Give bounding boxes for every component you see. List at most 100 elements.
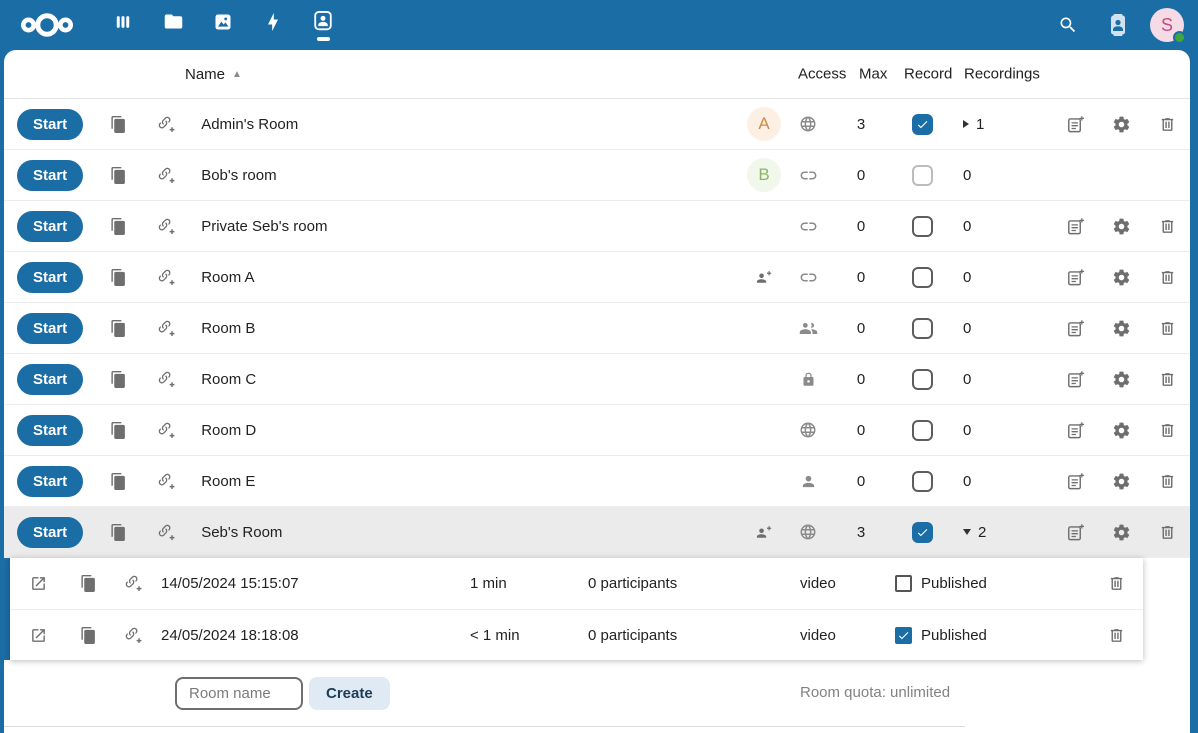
link-plus-icon[interactable] (157, 217, 176, 236)
copy-icon[interactable] (110, 319, 127, 338)
user-avatar[interactable]: S (1150, 8, 1184, 42)
app-button-activity[interactable] (248, 0, 298, 50)
access-cell (800, 473, 817, 490)
link-plus-icon[interactable] (124, 626, 143, 645)
edit-recording-icon[interactable] (1066, 268, 1085, 287)
delete-icon[interactable] (1159, 116, 1176, 133)
copy-icon[interactable] (110, 115, 127, 134)
app-button-dashboard[interactable] (98, 0, 148, 50)
edit-recording-icon[interactable] (1066, 523, 1085, 542)
copy-icon[interactable] (80, 626, 97, 645)
max-participants-value: 0 (857, 320, 865, 337)
link-plus-icon[interactable] (157, 421, 176, 440)
settings-icon[interactable] (1112, 319, 1131, 338)
recordings-section: 14/05/2024 15:15:071 min0 participantsvi… (4, 558, 1190, 660)
recordings-cell[interactable]: 1 (950, 116, 984, 133)
start-button[interactable]: Start (17, 160, 83, 191)
link-plus-icon[interactable] (157, 166, 176, 185)
delete-icon[interactable] (1108, 575, 1125, 592)
copy-icon[interactable] (110, 268, 127, 287)
edit-recording-icon[interactable] (1066, 421, 1085, 440)
edit-recording-icon[interactable] (1066, 370, 1085, 389)
copy-icon[interactable] (110, 523, 127, 542)
delete-icon[interactable] (1159, 422, 1176, 439)
start-button[interactable]: Start (17, 415, 83, 446)
delete-icon[interactable] (1159, 218, 1176, 235)
room-row: StartRoom D00 (4, 405, 1190, 456)
settings-icon[interactable] (1112, 472, 1131, 491)
start-button[interactable]: Start (17, 211, 83, 242)
column-header-name[interactable]: Name ▲ (4, 66, 740, 83)
start-button[interactable]: Start (17, 109, 83, 140)
recordings-cell[interactable]: 2 (950, 524, 986, 541)
open-external-icon[interactable] (30, 627, 47, 644)
record-checkbox[interactable] (912, 114, 933, 135)
app-button-meeting-rooms-app[interactable] (298, 0, 348, 50)
published-checkbox[interactable] (895, 627, 912, 644)
max-participants-value: 0 (857, 269, 865, 286)
room-row-details: 00 (740, 456, 1190, 506)
max-participants-value: 0 (857, 218, 865, 235)
link-plus-icon[interactable] (157, 115, 176, 134)
room-name: Admin's Room (201, 116, 740, 133)
settings-icon[interactable] (1112, 217, 1131, 236)
record-checkbox[interactable] (912, 318, 933, 339)
delete-icon[interactable] (1108, 627, 1125, 644)
link-plus-icon[interactable] (157, 523, 176, 542)
delete-icon[interactable] (1159, 320, 1176, 337)
record-checkbox[interactable] (912, 471, 933, 492)
copy-icon[interactable] (80, 574, 97, 593)
edit-recording-icon[interactable] (1066, 115, 1085, 134)
record-checkbox[interactable] (912, 216, 933, 237)
open-external-icon[interactable] (30, 575, 47, 592)
nextcloud-logo[interactable] (18, 7, 76, 43)
contacts-icon[interactable] (1100, 7, 1136, 43)
app-button-photos[interactable] (198, 0, 248, 50)
app-button-files[interactable] (148, 0, 198, 50)
create-room-button[interactable]: Create (309, 677, 390, 710)
collapse-recordings-icon[interactable] (963, 529, 971, 535)
active-app-indicator (317, 37, 330, 41)
copy-icon[interactable] (110, 217, 127, 236)
settings-icon[interactable] (1112, 523, 1131, 542)
search-icon[interactable] (1050, 7, 1086, 43)
copy-icon[interactable] (110, 370, 127, 389)
start-button[interactable]: Start (17, 262, 83, 293)
record-checkbox[interactable] (912, 522, 933, 543)
recording-row: 24/05/2024 18:18:08< 1 min0 participants… (10, 609, 1143, 660)
start-button[interactable]: Start (17, 466, 83, 497)
start-button[interactable]: Start (17, 313, 83, 344)
record-checkbox[interactable] (912, 369, 933, 390)
delete-icon[interactable] (1159, 524, 1176, 541)
link-plus-icon[interactable] (124, 574, 143, 593)
settings-icon[interactable] (1112, 268, 1131, 287)
link-plus-icon[interactable] (157, 370, 176, 389)
sort-ascending-icon: ▲ (232, 69, 242, 80)
copy-icon[interactable] (110, 166, 127, 185)
delete-icon[interactable] (1159, 371, 1176, 388)
link-plus-icon[interactable] (157, 268, 176, 287)
settings-icon[interactable] (1112, 370, 1131, 389)
settings-icon[interactable] (1112, 421, 1131, 440)
edit-recording-icon[interactable] (1066, 217, 1085, 236)
copy-icon[interactable] (110, 472, 127, 491)
published-checkbox[interactable] (895, 575, 912, 592)
room-name-input[interactable] (175, 677, 303, 710)
link-plus-icon[interactable] (157, 472, 176, 491)
room-row: StartAdmin's RoomA31 (4, 99, 1190, 150)
start-button[interactable]: Start (17, 364, 83, 395)
edit-recording-icon[interactable] (1066, 319, 1085, 338)
rooms-list: StartAdmin's RoomA31StartBob's roomB00St… (4, 99, 1190, 558)
column-header-access: Access (798, 66, 846, 83)
copy-icon[interactable] (110, 421, 127, 440)
delete-icon[interactable] (1159, 269, 1176, 286)
delete-icon[interactable] (1159, 473, 1176, 490)
start-button[interactable]: Start (17, 517, 83, 548)
link-plus-icon[interactable] (157, 319, 176, 338)
record-checkbox[interactable] (912, 420, 933, 441)
recordings-count: 0 (963, 269, 971, 286)
expand-recordings-icon[interactable] (963, 120, 969, 128)
record-checkbox[interactable] (912, 267, 933, 288)
settings-icon[interactable] (1112, 115, 1131, 134)
edit-recording-icon[interactable] (1066, 472, 1085, 491)
